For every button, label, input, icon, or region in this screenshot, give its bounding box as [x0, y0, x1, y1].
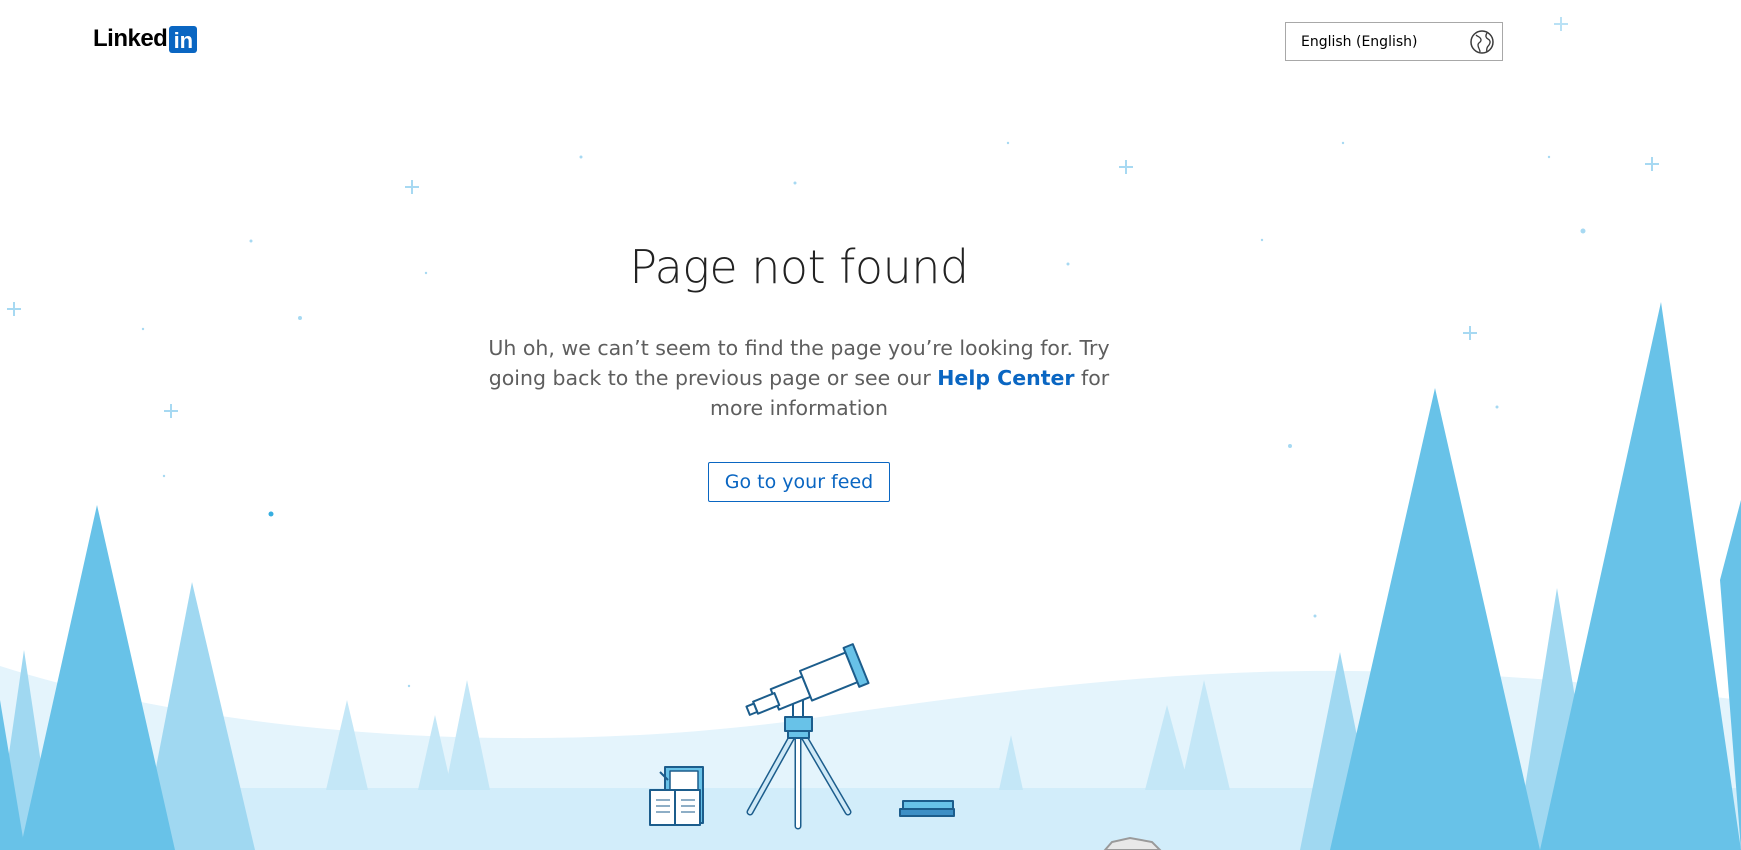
language-selected-value: English (English)	[1301, 33, 1418, 50]
page-title: Page not found	[629, 240, 969, 294]
language-select[interactable]: English (English)	[1285, 22, 1503, 61]
error-page: Linked in English (English) Page not fou…	[0, 0, 1741, 850]
logo-in-badge: in	[169, 25, 198, 53]
globe-icon	[1470, 30, 1494, 54]
help-center-link[interactable]: Help Center	[937, 366, 1074, 390]
linkedin-logo[interactable]: Linked in	[93, 24, 198, 54]
stacked-books-illustration	[899, 800, 955, 817]
logo-wordmark: Linked	[93, 25, 168, 52]
go-to-feed-button[interactable]: Go to your feed	[708, 462, 890, 502]
winter-scene-illustration	[0, 17, 1741, 850]
error-message: Uh oh, we can’t seem to find the page yo…	[463, 333, 1135, 423]
right-trees	[1300, 302, 1741, 850]
